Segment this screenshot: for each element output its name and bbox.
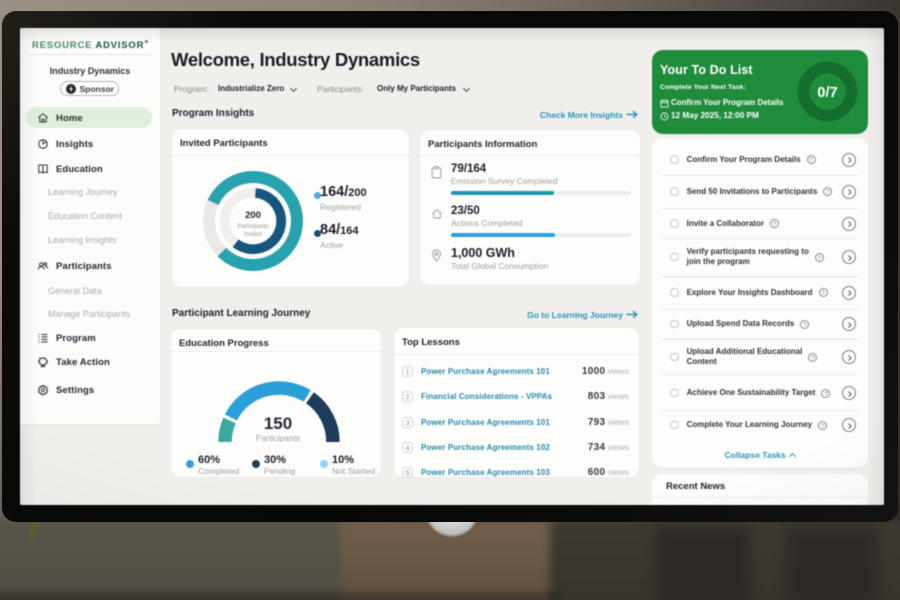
svg-text:Invited: Invited bbox=[244, 232, 262, 238]
svg-text:Participants: Participants bbox=[237, 224, 268, 230]
svg-text:200: 200 bbox=[245, 210, 261, 221]
svg-text:0/7: 0/7 bbox=[817, 85, 837, 101]
